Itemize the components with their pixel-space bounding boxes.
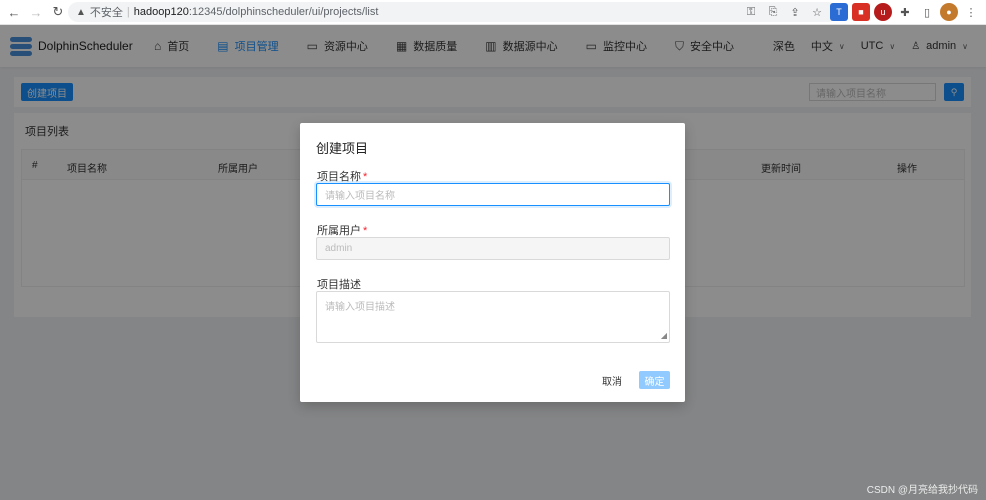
profile-avatar-icon[interactable]: ●: [940, 3, 958, 21]
insecure-label: 不安全: [89, 7, 123, 19]
forward-icon[interactable]: →: [25, 1, 47, 23]
translate-icon[interactable]: ⎘: [764, 3, 782, 21]
key-icon[interactable]: ⚿: [742, 3, 760, 21]
url-path: :12345/dolphinscheduler/ui/projects/list: [188, 6, 379, 18]
create-project-modal: 创建项目 项目名称 * 请输入项目名称 所属用户 * admin 项目描述 请输入项…: [300, 123, 685, 402]
confirm-button[interactable]: 确定: [639, 371, 670, 389]
required-mark: *: [363, 171, 368, 183]
watermark: CSDN @月亮给我抄代码: [866, 485, 978, 496]
project-name-input[interactable]: 请输入项目名称: [316, 183, 670, 206]
extension-shield-icon[interactable]: u: [874, 3, 892, 21]
more-icon[interactable]: ⋮: [962, 3, 980, 21]
star-icon[interactable]: ☆: [808, 3, 826, 21]
modal-title: 创建项目: [316, 141, 369, 156]
owner-label-text: 所属用户: [317, 225, 361, 237]
cancel-button[interactable]: 取消: [602, 373, 622, 388]
url-host: hadoop120: [133, 6, 189, 18]
address-separator: |: [126, 6, 130, 18]
extension-red-icon[interactable]: ■: [852, 3, 870, 21]
project-name-label-text: 项目名称: [317, 171, 361, 183]
share-icon[interactable]: ⇪: [786, 3, 804, 21]
warning-icon: ▲: [76, 6, 86, 18]
puzzle-icon[interactable]: ✚: [896, 3, 914, 21]
description-placeholder: 请输入项目描述: [325, 302, 395, 313]
extension-translate-icon[interactable]: T: [830, 3, 848, 21]
reload-icon[interactable]: ↻: [47, 1, 69, 23]
required-mark: *: [363, 225, 368, 237]
address-bar[interactable]: ▲ 不安全 | hadoop120:12345/dolphinscheduler…: [68, 2, 838, 22]
sidepanel-icon[interactable]: ▯: [918, 3, 936, 21]
description-textarea[interactable]: 请输入项目描述 ◢: [316, 291, 670, 343]
browser-toolbar: ← → ↻ ▲ 不安全 | hadoop120:12345/dolphinsch…: [0, 0, 986, 25]
owner-input: admin: [316, 237, 670, 260]
back-icon[interactable]: ←: [3, 1, 25, 23]
description-label: 项目描述: [317, 279, 361, 291]
project-name-label: 项目名称 *: [317, 168, 367, 184]
resize-grip-icon[interactable]: ◢: [661, 331, 667, 340]
owner-label: 所属用户 *: [317, 222, 367, 238]
